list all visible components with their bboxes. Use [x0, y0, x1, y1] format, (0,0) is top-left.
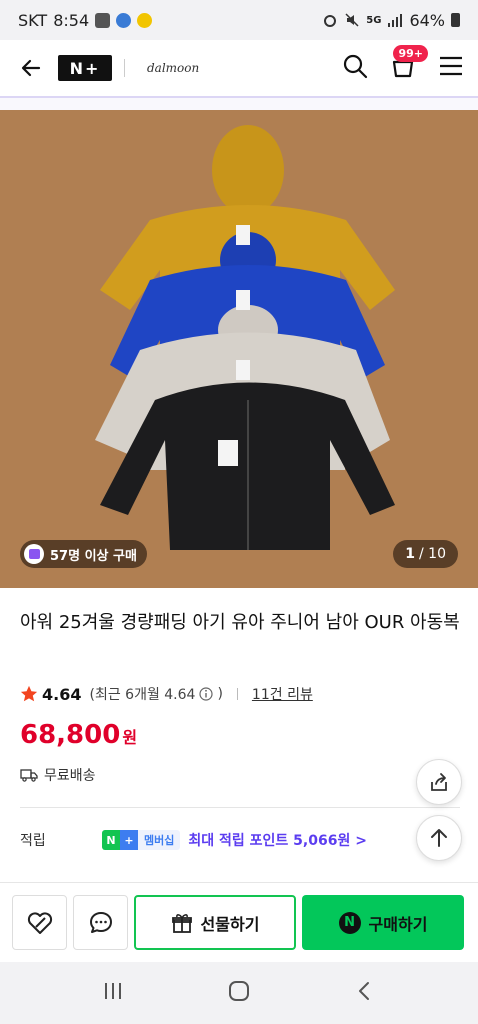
gift-label: 선물하기: [200, 914, 260, 934]
rating-note: (최근 6개월 4.64: [89, 687, 196, 703]
share-icon: [431, 773, 447, 791]
notification-icon: [137, 12, 153, 28]
buy-button[interactable]: N 구매하기: [302, 895, 464, 950]
wishlist-button[interactable]: [12, 895, 67, 950]
location-icon: [116, 12, 132, 28]
points-row[interactable]: 적립 N + 멤버십 최대 적립 포인트 5,066원 >: [20, 830, 460, 850]
buyers-count-text: 57명 이상 구매: [50, 548, 137, 564]
gift-icon: [171, 913, 192, 933]
points-text[interactable]: 최대 적립 포인트 5,066원 >: [188, 830, 367, 850]
menu-icon: [440, 56, 462, 76]
page-current: 1: [405, 546, 416, 562]
points-label: 적립: [20, 833, 46, 849]
carrier: SKT: [18, 10, 48, 30]
naver-pay-icon: N: [338, 911, 361, 934]
store-brand[interactable]: dalmoon: [147, 61, 199, 75]
arrow-up-icon: [431, 829, 447, 847]
rating-score: 4.64: [42, 684, 82, 704]
badge-plus: +: [120, 830, 138, 850]
header-divider: [124, 59, 125, 77]
cart-button[interactable]: 99+: [390, 45, 428, 83]
scroll-top-button[interactable]: [416, 815, 462, 861]
alarm-icon: [324, 15, 337, 27]
truck-icon: [20, 769, 38, 782]
rating-row: 4.64 (최근 6개월 4.64 ) 11건 리뷰: [20, 684, 313, 704]
wishlist-icon: [27, 911, 52, 934]
buyers-count-badge: 57명 이상 구매: [20, 540, 147, 568]
product-photo: [95, 125, 395, 550]
shipping-info: 무료배송: [20, 765, 96, 785]
app-header: N+ dalmoon 99+: [0, 40, 478, 96]
mute-icon: [345, 13, 359, 27]
bottom-action-bar: 선물하기 N 구매하기: [0, 882, 478, 962]
back-arrow-icon: [21, 59, 41, 77]
info-icon[interactable]: [199, 687, 214, 701]
rating-note-end: ): [217, 686, 223, 702]
clock: 8:54: [53, 10, 90, 30]
system-back-button[interactable]: [353, 979, 377, 1007]
status-bar: SKT 8:54 5G 64%: [0, 0, 478, 40]
battery-icon: [451, 13, 460, 27]
network-type: 5G: [366, 14, 382, 26]
home-button[interactable]: [227, 979, 251, 1007]
system-nav-bar: [0, 962, 478, 1024]
cart-count-badge: 99+: [393, 45, 428, 62]
shopping-bag-icon: [24, 544, 44, 564]
header-underline: [0, 96, 478, 110]
signal-icon: [388, 14, 403, 27]
recent-apps-button[interactable]: [101, 979, 125, 1007]
battery-level: 64%: [409, 10, 445, 30]
gift-button[interactable]: 선물하기: [134, 895, 296, 950]
price-unit: 원: [122, 728, 138, 747]
page-total: / 10: [419, 546, 446, 562]
back-button[interactable]: [14, 51, 48, 85]
image-page-indicator: 1 / 10: [393, 540, 458, 568]
home-icon: [229, 981, 249, 1001]
membership-badge: N + 멤버십: [102, 830, 181, 850]
gallery-icon: [95, 12, 111, 28]
search-icon: [343, 54, 368, 79]
naver-plus-logo[interactable]: N+: [58, 55, 112, 81]
price: 68,800 원: [20, 720, 137, 750]
buy-label: 구매하기: [368, 914, 428, 934]
shipping-text: 무료배송: [44, 768, 96, 784]
menu-button[interactable]: [438, 53, 464, 83]
badge-membership-text: 멤버십: [138, 830, 181, 850]
search-button[interactable]: [342, 53, 368, 83]
chat-icon: [89, 911, 112, 933]
badge-n: N: [102, 830, 120, 850]
recent-apps-icon: [105, 983, 121, 999]
review-link[interactable]: 11건 리뷰: [252, 684, 313, 704]
star-icon: [20, 685, 38, 702]
chat-button[interactable]: [73, 895, 128, 950]
share-button[interactable]: [416, 759, 462, 805]
product-image-carousel[interactable]: 57명 이상 구매 1 / 10: [0, 110, 478, 588]
back-chevron-icon: [359, 982, 369, 1000]
product-title: 아워 25겨울 경량패딩 아기 유아 주니어 남아 OUR 아동복: [20, 612, 460, 633]
rating-divider: [236, 688, 238, 700]
price-value: 68,800: [20, 720, 121, 750]
section-divider: [20, 807, 460, 808]
